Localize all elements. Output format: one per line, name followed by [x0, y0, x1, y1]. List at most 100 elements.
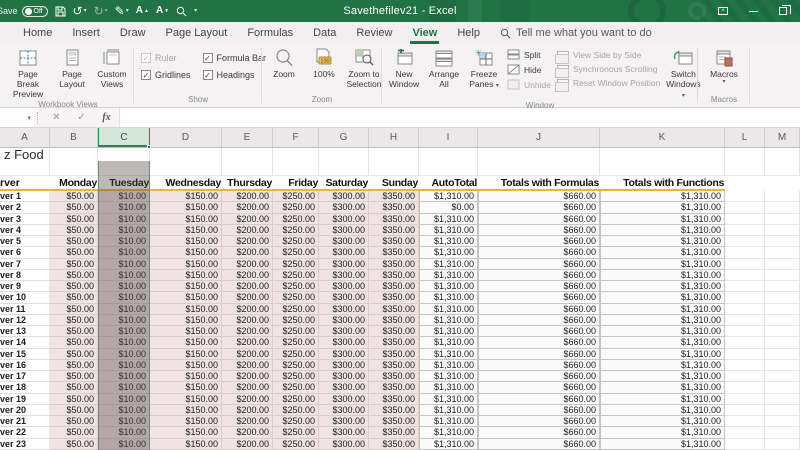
cell[interactable]: [50, 148, 98, 161]
cell[interactable]: $660.00: [478, 326, 600, 337]
cell[interactable]: $660.00: [478, 281, 600, 292]
cell[interactable]: ver 5: [0, 236, 50, 247]
cell[interactable]: $1,310.00: [419, 214, 478, 225]
cell[interactable]: $660.00: [478, 382, 600, 393]
cell[interactable]: $350.00: [369, 281, 419, 292]
cell[interactable]: [765, 214, 800, 225]
page-layout-button[interactable]: Page Layout: [53, 45, 91, 89]
column-header-g[interactable]: G: [319, 128, 369, 147]
cell[interactable]: [765, 292, 800, 303]
cell[interactable]: $10.00: [98, 371, 150, 382]
cell[interactable]: $350.00: [369, 371, 419, 382]
checkbox-ruler[interactable]: ✓Ruler: [141, 53, 191, 63]
cell[interactable]: $350.00: [369, 292, 419, 303]
cell[interactable]: $660.00: [478, 416, 600, 427]
cell[interactable]: [765, 416, 800, 427]
switch-windows-button[interactable]: Switch Windows ▾: [664, 45, 702, 101]
cell[interactable]: $1,310.00: [600, 236, 725, 247]
cell[interactable]: $50.00: [50, 405, 98, 416]
cell[interactable]: [765, 427, 800, 438]
cell[interactable]: [725, 247, 765, 258]
cell[interactable]: $350.00: [369, 214, 419, 225]
cell[interactable]: $150.00: [150, 236, 222, 247]
cell[interactable]: $350.00: [369, 337, 419, 348]
cell[interactable]: $300.00: [319, 191, 369, 202]
save-icon[interactable]: [55, 6, 66, 17]
cell[interactable]: $250.00: [273, 394, 319, 405]
cell[interactable]: $300.00: [319, 326, 369, 337]
cell[interactable]: $350.00: [369, 247, 419, 258]
cell[interactable]: $1,310.00: [600, 270, 725, 281]
header-sunday[interactable]: Sunday: [369, 176, 419, 189]
cell[interactable]: $200.00: [222, 236, 273, 247]
cell[interactable]: $250.00: [273, 315, 319, 326]
formula-input[interactable]: [119, 108, 800, 127]
cell[interactable]: [765, 270, 800, 281]
cell[interactable]: $660.00: [478, 259, 600, 270]
cell[interactable]: $250.00: [273, 337, 319, 348]
cell[interactable]: $300.00: [319, 337, 369, 348]
cell[interactable]: $250.00: [273, 304, 319, 315]
cell[interactable]: $10.00: [98, 382, 150, 393]
cell[interactable]: $50.00: [50, 382, 98, 393]
cell[interactable]: [725, 349, 765, 360]
cell[interactable]: $200.00: [222, 315, 273, 326]
cell[interactable]: $250.00: [273, 349, 319, 360]
cell[interactable]: $660.00: [478, 360, 600, 371]
cell[interactable]: $200.00: [222, 360, 273, 371]
cell[interactable]: [765, 247, 800, 258]
cell[interactable]: ver 17: [0, 371, 50, 382]
cell[interactable]: [765, 405, 800, 416]
insert-function-icon[interactable]: fx: [94, 112, 119, 123]
cell[interactable]: $50.00: [50, 214, 98, 225]
cell[interactable]: $150.00: [150, 416, 222, 427]
cell[interactable]: $350.00: [369, 349, 419, 360]
cell[interactable]: $660.00: [478, 349, 600, 360]
cell[interactable]: $200.00: [222, 292, 273, 303]
cell[interactable]: $200.00: [222, 281, 273, 292]
cell[interactable]: [222, 148, 273, 161]
cell[interactable]: $250.00: [273, 416, 319, 427]
cell[interactable]: [725, 214, 765, 225]
cell[interactable]: $150.00: [150, 270, 222, 281]
cell[interactable]: $350.00: [369, 202, 419, 213]
cell[interactable]: $10.00: [98, 191, 150, 202]
cell[interactable]: ver 9: [0, 281, 50, 292]
customize-qat-caret[interactable]: ▾: [194, 8, 197, 14]
cell[interactable]: $150.00: [150, 382, 222, 393]
cell[interactable]: [0, 161, 50, 176]
cell[interactable]: [765, 326, 800, 337]
cell[interactable]: [765, 349, 800, 360]
header-totals-formulas[interactable]: Totals with Formulas: [478, 176, 600, 189]
cell[interactable]: [319, 161, 369, 176]
cell[interactable]: $200.00: [222, 270, 273, 281]
cell[interactable]: $300.00: [319, 281, 369, 292]
cell[interactable]: [725, 394, 765, 405]
cell[interactable]: [725, 281, 765, 292]
cell[interactable]: $660.00: [478, 405, 600, 416]
cell[interactable]: $300.00: [319, 349, 369, 360]
cell[interactable]: $200.00: [222, 394, 273, 405]
cell[interactable]: [765, 281, 800, 292]
cell[interactable]: $200.00: [222, 427, 273, 438]
cell[interactable]: ver 18: [0, 382, 50, 393]
ink-pen-button[interactable]: ✎▾: [115, 5, 129, 17]
cell[interactable]: $200.00: [222, 371, 273, 382]
cell[interactable]: $1,310.00: [600, 360, 725, 371]
cell[interactable]: [725, 405, 765, 416]
cell[interactable]: $10.00: [98, 236, 150, 247]
cell[interactable]: $50.00: [50, 326, 98, 337]
cell[interactable]: $300.00: [319, 225, 369, 236]
cell[interactable]: $300.00: [319, 247, 369, 258]
cell[interactable]: $1,310.00: [419, 281, 478, 292]
column-header-c[interactable]: C: [98, 128, 150, 147]
checkbox-gridlines[interactable]: ✓Gridlines: [141, 70, 191, 80]
cell[interactable]: $10.00: [98, 405, 150, 416]
cell[interactable]: $200.00: [222, 337, 273, 348]
cell[interactable]: [725, 270, 765, 281]
cell[interactable]: [600, 148, 725, 161]
cell[interactable]: [765, 371, 800, 382]
cell[interactable]: $1,310.00: [600, 225, 725, 236]
cell[interactable]: $350.00: [369, 360, 419, 371]
cell[interactable]: $10.00: [98, 281, 150, 292]
